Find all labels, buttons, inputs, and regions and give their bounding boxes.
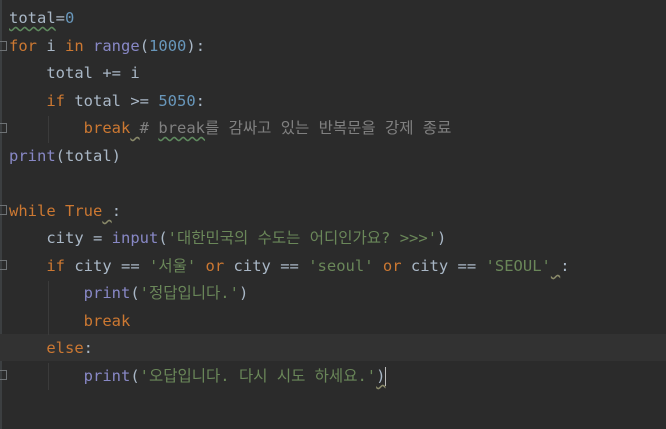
code-token: ) bbox=[437, 229, 447, 247]
code-token: print bbox=[9, 147, 56, 165]
text-caret bbox=[385, 367, 387, 386]
code-line-8[interactable]: while True : bbox=[9, 198, 121, 225]
code-token: range bbox=[93, 37, 140, 55]
current-line-highlight bbox=[0, 334, 666, 361]
code-line-14[interactable]: print('오답입니다. 다시 시도 하세요.') bbox=[9, 363, 387, 390]
code-token: while bbox=[9, 202, 56, 220]
code-line-11[interactable]: print('정답입니다.') bbox=[9, 280, 249, 307]
fold-marker-icon[interactable] bbox=[0, 260, 7, 270]
code-token: = bbox=[55, 9, 66, 27]
code-token: ): bbox=[186, 37, 206, 55]
code-token: total bbox=[9, 9, 56, 27]
code-token: ) bbox=[376, 367, 386, 385]
code-token: : bbox=[560, 257, 570, 275]
code-token: '대한민국의 수도는 어디인가요? >>>' bbox=[167, 229, 438, 247]
code-token: ( bbox=[158, 229, 168, 247]
code-token: total >= bbox=[65, 92, 159, 110]
code-token: break bbox=[83, 119, 131, 137]
code-token: ) bbox=[238, 284, 249, 302]
code-line-12[interactable]: break bbox=[9, 308, 131, 335]
code-token: city == bbox=[65, 257, 149, 275]
fold-marker-icon[interactable] bbox=[0, 370, 7, 380]
fold-marker-icon[interactable] bbox=[0, 123, 7, 133]
code-line-3[interactable]: total += i bbox=[9, 60, 140, 87]
code-token: '정답입니다.' bbox=[139, 284, 239, 302]
code-token: in bbox=[65, 37, 84, 55]
code-line-9[interactable]: city = input('대한민국의 수도는 어디인가요? >>>') bbox=[9, 225, 446, 252]
code-line-2[interactable]: for i in range(1000): bbox=[9, 33, 205, 60]
code-line-5[interactable]: break # break를 감싸고 있는 반복문을 강제 종료 bbox=[9, 115, 452, 142]
code-token: print bbox=[83, 284, 131, 302]
code-token: city == bbox=[224, 257, 309, 275]
code-token: True bbox=[65, 202, 103, 220]
code-editor[interactable]: total=0 for i in range(1000): total += i… bbox=[0, 0, 666, 429]
code-token: 를 감싸고 있는 반복문을 강제 종료 bbox=[205, 119, 452, 137]
code-token: or bbox=[205, 257, 225, 275]
code-token: break bbox=[83, 312, 131, 330]
code-token: ( bbox=[130, 367, 140, 385]
code-token: 0 bbox=[65, 9, 75, 27]
fold-marker-icon[interactable] bbox=[0, 205, 7, 215]
code-line-6[interactable]: print(total) bbox=[9, 143, 121, 170]
code-token: total += i bbox=[9, 64, 140, 82]
code-token: 1000 bbox=[149, 37, 187, 55]
code-token: # bbox=[139, 119, 150, 137]
code-token: or bbox=[382, 257, 402, 275]
code-token: if bbox=[46, 257, 65, 275]
code-token: 5050 bbox=[158, 92, 196, 110]
code-line-10[interactable]: if city == '서울' or city == 'seoul' or ci… bbox=[9, 253, 570, 280]
code-token: '오답입니다. 다시 시도 하세요.' bbox=[139, 367, 377, 385]
code-line-1[interactable]: total=0 bbox=[9, 5, 74, 32]
code-token: 'SEOUL' bbox=[485, 257, 551, 275]
code-token: ( bbox=[130, 284, 140, 302]
code-line-13[interactable]: else: bbox=[9, 335, 93, 362]
code-token: break bbox=[158, 119, 206, 137]
code-token: city = bbox=[46, 229, 112, 247]
fold-marker-icon[interactable] bbox=[0, 41, 7, 51]
code-token: 'seoul' bbox=[308, 257, 374, 275]
code-token: if bbox=[46, 92, 65, 110]
code-token: input bbox=[111, 229, 159, 247]
code-token: else bbox=[46, 339, 84, 357]
code-token: i bbox=[37, 37, 65, 55]
code-token: (total) bbox=[55, 147, 121, 165]
code-token: for bbox=[9, 37, 37, 55]
code-token: : bbox=[195, 92, 205, 110]
code-token: : bbox=[111, 202, 122, 220]
code-token: ( bbox=[139, 37, 150, 55]
code-token: : bbox=[83, 339, 93, 357]
code-token: city == bbox=[401, 257, 486, 275]
code-token: print bbox=[83, 367, 131, 385]
code-token: '서울' bbox=[149, 257, 197, 275]
code-line-4[interactable]: if total >= 5050: bbox=[9, 88, 205, 115]
